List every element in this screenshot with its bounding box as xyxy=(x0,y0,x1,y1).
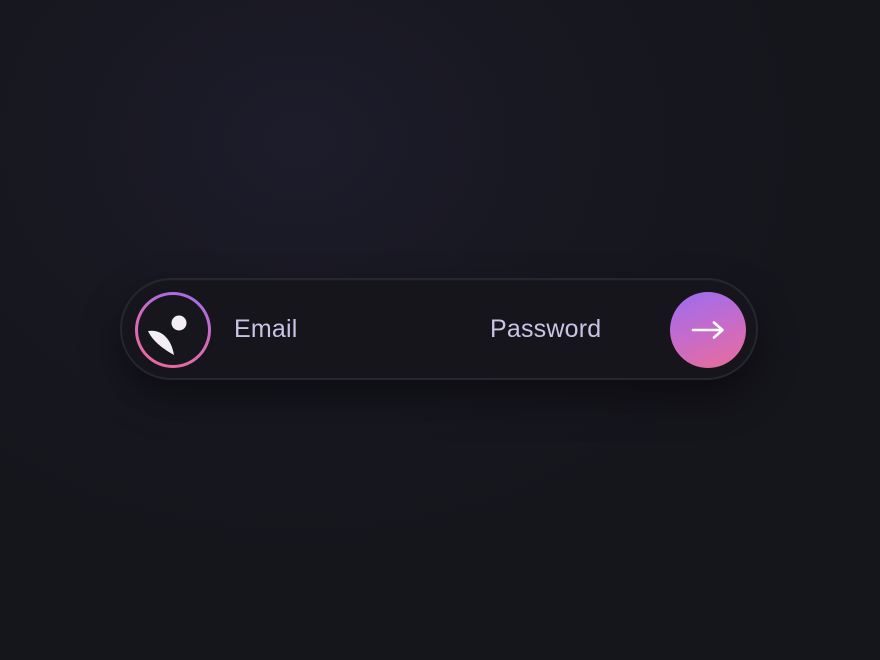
avatar xyxy=(135,292,211,368)
user-logo-icon xyxy=(148,315,187,355)
password-field[interactable]: Password xyxy=(490,280,650,378)
logo-head xyxy=(171,315,187,331)
avatar-inner xyxy=(138,295,208,365)
arrow-right-icon xyxy=(691,321,724,339)
submit-button[interactable] xyxy=(670,292,746,368)
login-bar: Email Password xyxy=(120,278,758,380)
logo-body xyxy=(148,330,174,355)
email-field[interactable]: Email xyxy=(234,280,454,378)
